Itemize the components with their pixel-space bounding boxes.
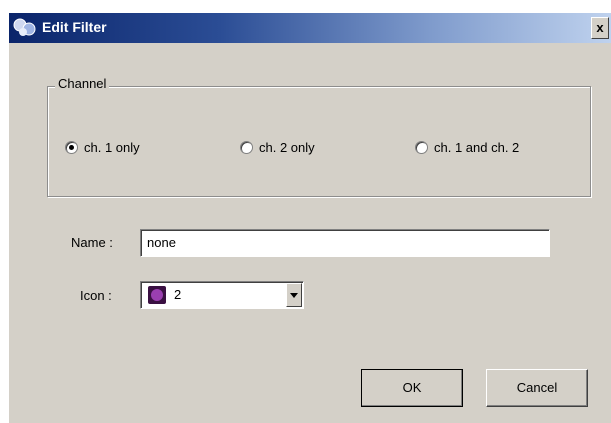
cancel-button[interactable]: Cancel	[486, 369, 588, 407]
radio-label: ch. 1 and ch. 2	[434, 140, 520, 156]
radio-unselected-icon	[415, 141, 428, 155]
radio-ch1-and-ch2[interactable]: ch. 1 and ch. 2	[415, 139, 519, 155]
radio-ch2-only[interactable]: ch. 2 only	[240, 139, 315, 155]
close-icon: x	[596, 20, 604, 35]
purple-circle-icon	[148, 286, 166, 304]
name-input[interactable]: none	[140, 229, 550, 257]
icon-select-value: 2	[174, 287, 182, 302]
name-label: Name :	[71, 235, 113, 250]
icon-label: Icon :	[80, 288, 112, 303]
close-button[interactable]: x	[591, 17, 609, 39]
radio-label: ch. 1 only	[84, 140, 140, 156]
title-bar[interactable]: Edit Filter x	[9, 13, 611, 43]
radio-unselected-icon	[240, 141, 253, 155]
ok-button[interactable]: OK	[361, 369, 463, 407]
window-title: Edit Filter	[42, 19, 107, 35]
app-icon	[13, 18, 36, 36]
radio-label: ch. 2 only	[259, 140, 315, 156]
channel-legend: Channel	[55, 76, 110, 91]
dropdown-button[interactable]	[286, 283, 302, 307]
edit-filter-dialog: Edit Filter x Channel ch. 1 only ch. 2 o…	[9, 13, 611, 423]
icon-select[interactable]: 2	[140, 281, 304, 309]
radio-selected-icon	[65, 141, 78, 155]
radio-ch1-only[interactable]: ch. 1 only	[65, 139, 140, 155]
chevron-down-icon	[290, 293, 298, 298]
